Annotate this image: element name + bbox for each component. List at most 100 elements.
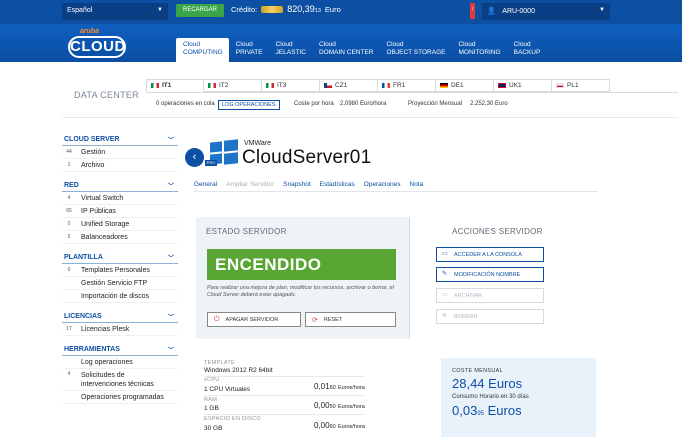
sidebar-section-licencias[interactable]: LICENCIAS ﹀	[62, 309, 178, 323]
dc-tab-label: IT2	[219, 82, 229, 89]
close-icon: ✕	[442, 313, 448, 319]
dc-tab-label: DE1	[451, 82, 464, 89]
top-bar: Español ▼ RECARGAR Crédito: 820,3913 Eur…	[0, 0, 682, 24]
language-selector[interactable]: Español ▼	[62, 3, 168, 20]
datacenter-label: DATA CENTER	[74, 90, 139, 100]
refresh-icon: ⟳	[312, 316, 318, 324]
sidebar-item-licencias-plesk[interactable]: 17 Licencias Plesk	[62, 323, 178, 336]
dc-tab-label: FR1	[393, 82, 406, 89]
credit-display: Crédito: 820,3913 Euro	[231, 4, 341, 14]
sidebar-section-title: CLOUD SERVER	[64, 136, 120, 143]
archive-icon: ▭	[442, 292, 448, 298]
button-label: BORRAR	[454, 313, 478, 320]
price-decimals: 50	[329, 404, 336, 410]
italy-flag-icon	[266, 83, 274, 88]
price-main: 0,00	[314, 401, 330, 410]
dc-tab-uk1[interactable]: UK1	[494, 79, 552, 92]
delete-button[interactable]: ✕ BORRAR	[436, 309, 544, 324]
germany-flag-icon	[440, 83, 448, 88]
nav-tab-cloud-monitoring[interactable]: Cloud MONITORING	[451, 38, 506, 62]
sidebar-section-herramientas[interactable]: HERRAMIENTAS ﹀	[62, 342, 178, 356]
count-badge: 4	[67, 371, 71, 377]
sidebar-item-label: IP Públicas	[81, 207, 116, 215]
disk-label: ESPACIO EN DISCO	[204, 416, 261, 422]
nav-tab-cloud-private[interactable]: Cloud PRIVATE	[229, 38, 269, 62]
log-operations-button[interactable]: LOG OPERACIONES	[218, 100, 280, 110]
server-actions-title: ACCIONES SERVIDOR	[452, 227, 543, 236]
sidebar-item-archivo[interactable]: 1 Archivo	[62, 159, 178, 172]
divider	[62, 117, 678, 118]
price-unit: Euros	[487, 403, 522, 418]
price-main: 0,01	[314, 382, 330, 391]
vcpu-value: 1 CPU Virtuales	[204, 386, 251, 393]
sidebar-item-gestion-ftp[interactable]: Gestión Servicio FTP	[62, 277, 178, 290]
nav-tab-line1: Cloud	[235, 41, 253, 48]
archive-button[interactable]: ▭ ARCHIVAR	[436, 288, 544, 303]
sidebar-section-title: LICENCIAS	[64, 313, 102, 320]
dc-tab-label: PL1	[567, 82, 579, 89]
back-button[interactable]: ‹	[185, 148, 204, 167]
dc-tab-it2[interactable]: IT2	[204, 79, 262, 92]
aruba-cloud-logo[interactable]: CLOUD aruba	[68, 28, 126, 58]
dc-tab-pl1[interactable]: PL1	[552, 79, 610, 92]
nav-tab-line1: Cloud	[458, 41, 476, 48]
sidebar-item-operaciones-programadas[interactable]: Operaciones programadas	[62, 391, 178, 404]
sidebar-item-importacion-discos[interactable]: Importación de discos	[62, 290, 178, 303]
sidebar-section-red[interactable]: RED ﹀	[62, 178, 178, 192]
vcpu-label: vCPU	[204, 377, 220, 383]
sidebar-item-log-operaciones[interactable]: Log operaciones	[62, 356, 178, 369]
sidebar-section-cloud-server[interactable]: CLOUD SERVER ﹀	[62, 132, 178, 146]
sidebar-item-ip-publicas[interactable]: 65 IP Públicas	[62, 205, 178, 218]
pro-badge: PRO	[205, 160, 217, 166]
nav-tab-line1: Cloud	[318, 41, 336, 48]
credit-amount: 820,39	[287, 4, 315, 14]
price-unit: Euros/hora	[337, 385, 365, 391]
dc-tab-it1[interactable]: IT1	[146, 79, 204, 92]
logo-aruba-text: aruba	[80, 28, 100, 35]
power-off-button[interactable]: ⏻ APAGAR SERVIDOR	[207, 312, 301, 327]
nav-tab-cloud-jelastic[interactable]: Cloud JELASTIC	[269, 38, 312, 62]
nav-tab-line1: Cloud	[386, 41, 404, 48]
dc-tab-it3[interactable]: IT3	[262, 79, 320, 92]
sidebar-item-label: Archivo	[81, 161, 105, 169]
czech-flag-icon	[324, 83, 332, 88]
nav-tab-cloud-backup[interactable]: Cloud BACKUP	[507, 38, 547, 62]
sidebar-item-templates-personales[interactable]: 0 Templates Personales	[62, 264, 178, 277]
disk-value: 30 GB	[204, 425, 223, 432]
button-label: MODIFICACIÓN NOMBRE	[454, 271, 521, 278]
button-label: APAGAR SERVIDOR	[225, 316, 279, 323]
dc-tab-de1[interactable]: DE1	[436, 79, 494, 92]
sidebar-item-virtual-switch[interactable]: 4 Virtual Switch	[62, 192, 178, 205]
server-status-note: Para realizar una mejora de plan, modifi…	[207, 285, 394, 298]
sidebar-item-gestion[interactable]: 44 Gestión	[62, 146, 178, 159]
dc-tab-fr1[interactable]: FR1	[378, 79, 436, 92]
dc-tab-label: IT3	[277, 82, 287, 89]
nav-tab-cloud-computing[interactable]: Cloud COMPUTING	[176, 38, 229, 62]
dc-tab-cz1[interactable]: CZ1	[320, 79, 378, 92]
count-badge: 0	[67, 267, 71, 273]
notification-badge[interactable]: !	[470, 3, 475, 19]
count-badge: 4	[67, 195, 71, 201]
sidebar-item-unified-storage[interactable]: 0 Unified Storage	[62, 218, 178, 231]
user-icon: 👤	[487, 8, 496, 15]
price-decimals: 60	[329, 424, 336, 430]
logo-cloud-text: CLOUD	[68, 36, 126, 58]
nav-tab-line1: Cloud	[183, 41, 200, 48]
language-label: Español	[67, 7, 93, 14]
sidebar-item-balanceadores[interactable]: 5 Balanceadores	[62, 231, 178, 244]
nav-tab-cloud-object-storage[interactable]: Cloud OBJECT STORAGE	[379, 38, 451, 62]
user-menu[interactable]: 👤 ARU-0000 ▼	[482, 3, 610, 20]
recharge-button[interactable]: RECARGAR	[176, 4, 224, 17]
sidebar-item-solicitudes[interactable]: 4 Solicitudes de intervenciones técnicas	[62, 369, 178, 391]
dc-tab-label: CZ1	[335, 82, 348, 89]
sidebar-item-label: Gestión	[81, 148, 106, 156]
rename-button[interactable]: ✎ MODIFICACIÓN NOMBRE	[436, 267, 544, 282]
price-unit: Euros/hora	[337, 424, 365, 430]
chevron-down-icon: ﹀	[167, 256, 174, 262]
sidebar-section-plantilla[interactable]: PLANTILLA ﹀	[62, 250, 178, 264]
reset-button[interactable]: ⟳ RESET	[305, 312, 396, 327]
ram-label: RAM	[204, 397, 218, 403]
console-access-button[interactable]: ▭ ACCEDER A LA CONSOLA	[436, 247, 544, 262]
main-nav: Cloud COMPUTING Cloud PRIVATE Cloud JELA…	[176, 38, 546, 62]
nav-tab-cloud-domain-center[interactable]: Cloud DOMAIN CENTER	[312, 38, 380, 62]
